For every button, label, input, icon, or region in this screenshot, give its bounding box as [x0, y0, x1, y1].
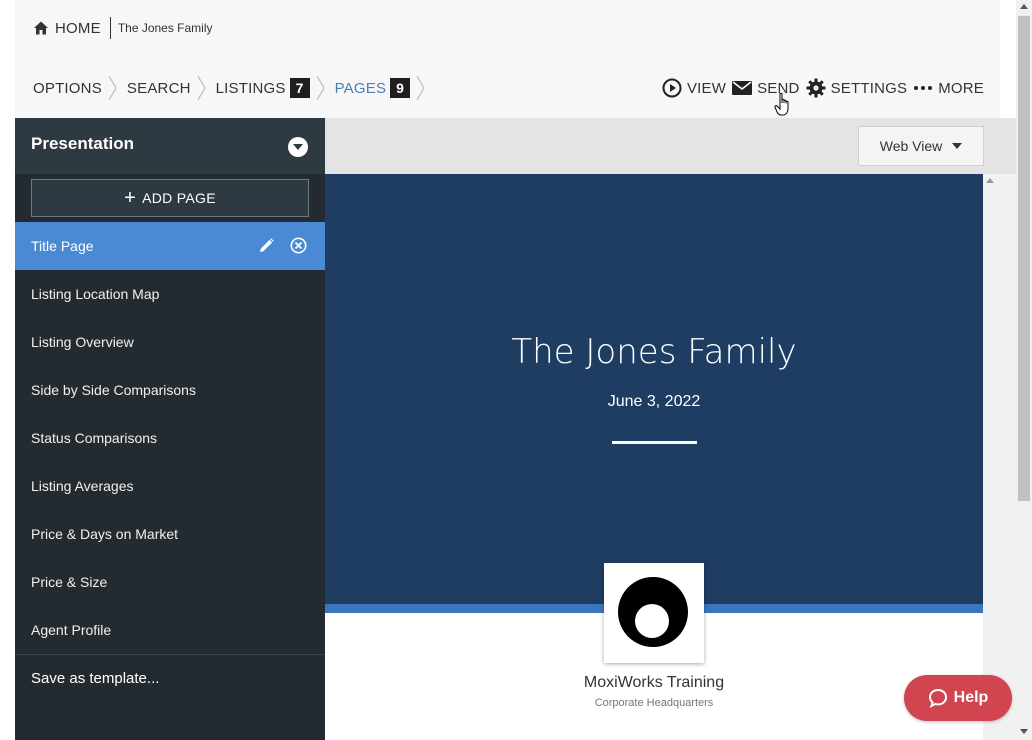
page-item-listing-overview[interactable]: Listing Overview [15, 318, 325, 366]
scroll-up-arrow-icon[interactable] [986, 178, 994, 183]
settings-label: SETTINGS [830, 79, 908, 97]
sidebar-title: Presentation [31, 134, 134, 153]
home-link[interactable]: HOME [33, 20, 101, 37]
chevron-right-icon [108, 75, 117, 101]
help-button[interactable]: Help [904, 675, 1012, 721]
breadcrumb-label: PAGES [334, 79, 387, 97]
page-item-label: Status Comparisons [31, 430, 158, 446]
page-item-listing-averages[interactable]: Listing Averages [15, 462, 325, 510]
page-item-label: Side by Side Comparisons [31, 382, 196, 398]
presentation-title: The Jones Family [511, 332, 797, 372]
home-row: HOME The Jones Family [33, 14, 213, 42]
title-hero: The Jones Family June 3, 2022 [325, 174, 983, 604]
pages-count-badge: 9 [390, 78, 411, 98]
chevron-right-icon [416, 75, 425, 101]
page-item-label: Agent Profile [31, 622, 112, 638]
scrollbar-thumb[interactable] [1018, 16, 1030, 501]
breadcrumb-listings[interactable]: LISTINGS 7 [216, 78, 310, 98]
sidebar-collapse-toggle[interactable] [288, 137, 308, 157]
presentation-name: The Jones Family [117, 21, 213, 35]
chevron-right-icon [197, 75, 206, 101]
page-item-listing-location-map[interactable]: Listing Location Map [15, 270, 325, 318]
breadcrumb-label: OPTIONS [33, 79, 102, 97]
page-item-side-by-side-comparisons[interactable]: Side by Side Comparisons [15, 366, 325, 414]
view-label: VIEW [686, 79, 727, 97]
envelope-icon [732, 81, 753, 95]
page-item-label: Price & Size [31, 574, 108, 590]
view-mode-label: Web View [879, 138, 943, 154]
office-name: Corporate Headquarters [594, 697, 714, 709]
listings-count-badge: 7 [289, 78, 310, 98]
app-root: HOME The Jones Family OPTIONS SEARCH LIS… [0, 0, 1032, 740]
page-item-title-page[interactable]: Title Page [15, 222, 325, 270]
header-divider [109, 17, 111, 39]
breadcrumb-options[interactable]: OPTIONS [33, 80, 102, 97]
header-actions: VIEW SEND SETTINGS MORE [656, 74, 984, 102]
home-label: HOME [55, 19, 101, 37]
pencil-icon[interactable] [259, 238, 274, 256]
gear-icon [806, 78, 826, 98]
play-circle-icon [662, 78, 682, 98]
breadcrumb: OPTIONS SEARCH LISTINGS 7 PAGES 9 [33, 74, 435, 102]
help-label: Help [953, 689, 989, 706]
company-logo [604, 563, 704, 663]
breadcrumb-pages[interactable]: PAGES 9 [335, 78, 411, 98]
chat-bubble-icon [928, 688, 947, 708]
home-icon [34, 21, 48, 35]
preview-panel: Web View The Jones Family June 3, 2022 M… [325, 118, 1016, 740]
settings-button[interactable]: SETTINGS [806, 78, 908, 98]
scroll-down-arrow-icon[interactable] [1020, 729, 1028, 734]
view-button[interactable]: VIEW [662, 78, 726, 98]
company-name: MoxiWorks Training [583, 674, 725, 691]
page-item-label: Listing Location Map [31, 286, 160, 302]
remove-circle-icon[interactable] [290, 237, 307, 257]
sidebar-header: Presentation [15, 118, 325, 174]
ellipsis-icon [914, 86, 933, 90]
breadcrumb-search[interactable]: SEARCH [127, 80, 191, 97]
more-label: MORE [938, 79, 984, 97]
hand-cursor-icon [774, 92, 789, 116]
presentation-date: June 3, 2022 [607, 393, 701, 410]
save-as-template-link[interactable]: Save as template... [15, 654, 325, 702]
breadcrumb-label: LISTINGS [215, 79, 286, 97]
caret-down-icon [293, 144, 303, 150]
preview-scrollbar[interactable] [983, 174, 1016, 740]
add-page-label: ADD PAGE [142, 190, 216, 206]
page-list: Title Page Listing Location Map Listing … [15, 222, 325, 654]
caret-down-icon [952, 143, 963, 149]
view-mode-dropdown[interactable]: Web View [858, 126, 984, 166]
page-item-price-days-on-market[interactable]: Price & Days on Market [15, 510, 325, 558]
logo-circle-icon [618, 577, 688, 647]
preview-toolbar: Web View [325, 118, 1016, 174]
add-page-button[interactable]: + ADD PAGE [31, 179, 309, 217]
chevron-right-icon [316, 75, 325, 101]
page-item-label: Listing Overview [31, 334, 134, 350]
top-header: HOME The Jones Family OPTIONS SEARCH LIS… [15, 0, 1000, 118]
page-item-label: Listing Averages [31, 478, 134, 494]
page-item-price-size[interactable]: Price & Size [15, 558, 325, 606]
plus-icon: + [124, 187, 137, 209]
scroll-up-arrow-icon[interactable] [1020, 4, 1028, 9]
page-scrollbar[interactable] [1016, 0, 1032, 740]
page-item-status-comparisons[interactable]: Status Comparisons [15, 414, 325, 462]
breadcrumb-label: SEARCH [126, 79, 191, 97]
page-item-label: Title Page [31, 238, 94, 254]
page-item-agent-profile[interactable]: Agent Profile [15, 606, 325, 654]
title-page-preview: The Jones Family June 3, 2022 MoxiWorks … [325, 174, 983, 740]
page-item-label: Price & Days on Market [31, 526, 179, 542]
presentation-sidebar: Presentation + ADD PAGE Title Page Listi… [15, 118, 325, 740]
title-divider [612, 441, 697, 444]
more-button[interactable]: MORE [913, 80, 984, 97]
page-item-tools [243, 237, 307, 257]
save-template-label: Save as template... [31, 670, 160, 687]
